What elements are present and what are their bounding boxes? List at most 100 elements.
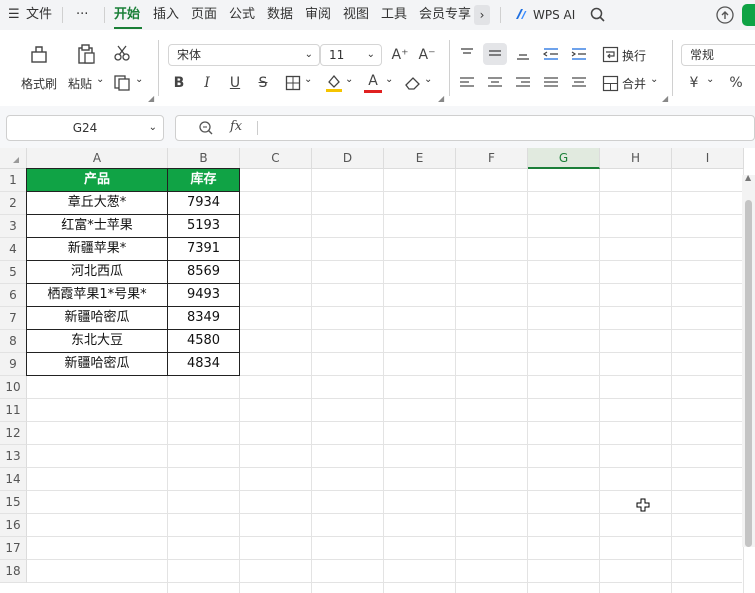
scroll-up-icon[interactable]: ▲ (745, 173, 751, 182)
row-header-12[interactable]: 12 (0, 422, 27, 445)
row-header-15[interactable]: 15 (0, 491, 27, 514)
number-format-select[interactable]: 常规 (681, 44, 755, 66)
row-header-9[interactable]: 9 (0, 353, 27, 376)
row-header-16[interactable]: 16 (0, 514, 27, 537)
increase-indent-icon[interactable] (570, 46, 588, 62)
tab-review[interactable]: 审阅 (305, 6, 331, 24)
column-header-a[interactable]: A (27, 148, 168, 169)
spreadsheet-grid[interactable]: A B C D E F G H I 1 2 3 4 5 6 7 8 9 10 11 12 13 14 15 16 17 18 产品 库存… (0, 148, 755, 593)
row-header-10[interactable]: 10 (0, 376, 27, 399)
italic-icon[interactable]: I (198, 74, 216, 92)
chevron-down-icon[interactable]: ⌄ (650, 74, 658, 85)
wrap-text-icon[interactable] (602, 46, 619, 63)
tab-tools[interactable]: 工具 (381, 6, 407, 24)
font-size-select[interactable]: 11 ⌄ (320, 44, 382, 66)
chevron-right-icon[interactable]: › (474, 5, 490, 25)
strikethrough-icon[interactable]: S (254, 74, 272, 92)
wrap-text-button[interactable]: 换行 (622, 47, 646, 64)
table-cell[interactable]: 东北大豆 (26, 329, 168, 353)
table-cell[interactable]: 新疆哈密瓜 (26, 306, 168, 330)
column-header-f[interactable]: F (456, 148, 528, 169)
tab-page[interactable]: 页面 (191, 6, 217, 24)
format-painter-label[interactable]: 格式刷 (21, 75, 57, 92)
column-header-i[interactable]: I (672, 148, 744, 169)
table-cell[interactable]: 新疆哈密瓜 (26, 352, 168, 376)
row-header-6[interactable]: 6 (0, 284, 27, 307)
distributed-align-icon[interactable] (571, 76, 587, 90)
fill-color-icon[interactable] (325, 73, 343, 93)
table-header-cell[interactable]: 产品 (26, 168, 168, 192)
column-header-g[interactable]: G (528, 148, 600, 169)
justify-icon[interactable] (543, 76, 559, 90)
chevron-down-icon[interactable]: ⌄ (345, 74, 353, 85)
chevron-down-icon[interactable]: ⌄ (424, 74, 432, 85)
cut-icon[interactable] (113, 44, 131, 62)
table-cell[interactable]: 4580 (167, 329, 240, 353)
increase-font-icon[interactable]: A⁺ (391, 46, 409, 64)
row-header-14[interactable]: 14 (0, 468, 27, 491)
table-header-cell[interactable]: 库存 (167, 168, 240, 192)
borders-icon[interactable] (285, 75, 301, 91)
table-cell[interactable]: 7391 (167, 237, 240, 261)
eraser-icon[interactable] (404, 75, 422, 91)
column-header-e[interactable]: E (384, 148, 456, 169)
hamburger-icon[interactable]: ☰ (8, 6, 20, 24)
percent-icon[interactable]: % (728, 74, 744, 92)
table-cell[interactable]: 河北西瓜 (26, 260, 168, 284)
table-cell[interactable]: 8349 (167, 306, 240, 330)
font-name-select[interactable]: 宋体 ⌄ (168, 44, 320, 66)
align-left-icon[interactable] (459, 76, 475, 90)
fx-icon[interactable]: fx (230, 119, 242, 134)
row-header-3[interactable]: 3 (0, 215, 27, 238)
paste-label[interactable]: 粘贴 (68, 75, 92, 92)
merge-cells-icon[interactable] (602, 75, 619, 92)
chevron-down-icon[interactable]: ⌄ (135, 74, 143, 85)
row-header-8[interactable]: 8 (0, 330, 27, 353)
decrease-font-icon[interactable]: A⁻ (418, 46, 436, 64)
paste-icon[interactable] (75, 43, 97, 65)
cloud-upload-icon[interactable] (715, 5, 735, 25)
wps-ai-button[interactable]: WPS AI (533, 6, 575, 24)
tab-view[interactable]: 视图 (343, 6, 369, 24)
table-cell[interactable]: 红富*士苹果 (26, 214, 168, 238)
chevron-down-icon[interactable]: ⌄ (706, 74, 714, 85)
align-center-icon[interactable] (487, 76, 503, 90)
table-cell[interactable]: 8569 (167, 260, 240, 284)
dialog-launcher-icon[interactable]: ◢ (662, 94, 668, 103)
copy-icon[interactable] (113, 74, 131, 92)
bold-icon[interactable]: B (170, 74, 188, 92)
currency-icon[interactable]: ¥ (686, 74, 702, 92)
more-menu[interactable]: ··· (76, 6, 88, 24)
table-cell[interactable]: 7934 (167, 191, 240, 215)
column-header-b[interactable]: B (168, 148, 240, 169)
decrease-indent-icon[interactable] (542, 46, 560, 62)
row-header-18[interactable]: 18 (0, 560, 27, 583)
chevron-down-icon[interactable]: ⌄ (385, 74, 393, 85)
avatar[interactable] (742, 4, 755, 26)
table-cell[interactable]: 章丘大葱* (26, 191, 168, 215)
row-header-7[interactable]: 7 (0, 307, 27, 330)
tab-formula[interactable]: 公式 (229, 6, 255, 24)
chevron-down-icon[interactable]: ⌄ (96, 74, 104, 85)
file-menu[interactable]: 文件 (26, 6, 52, 24)
align-right-icon[interactable] (515, 76, 531, 90)
align-middle-button[interactable] (483, 43, 507, 65)
align-top-icon[interactable] (459, 47, 475, 61)
search-icon[interactable] (589, 6, 607, 24)
formula-input[interactable]: fx (175, 115, 755, 141)
align-bottom-icon[interactable] (515, 47, 531, 61)
format-painter-icon[interactable] (28, 43, 50, 65)
tab-home[interactable]: 开始 (114, 6, 140, 24)
select-all-corner[interactable] (0, 148, 27, 169)
zoom-icon[interactable] (198, 120, 214, 136)
table-cell[interactable]: 4834 (167, 352, 240, 376)
merge-cells-button[interactable]: 合并 (622, 75, 646, 92)
row-header-11[interactable]: 11 (0, 399, 27, 422)
row-header-13[interactable]: 13 (0, 445, 27, 468)
row-header-4[interactable]: 4 (0, 238, 27, 261)
tab-insert[interactable]: 插入 (153, 6, 179, 24)
font-color-icon[interactable]: A (364, 72, 382, 90)
tab-data[interactable]: 数据 (267, 6, 293, 24)
column-header-h[interactable]: H (600, 148, 672, 169)
table-cell[interactable]: 新疆苹果* (26, 237, 168, 261)
